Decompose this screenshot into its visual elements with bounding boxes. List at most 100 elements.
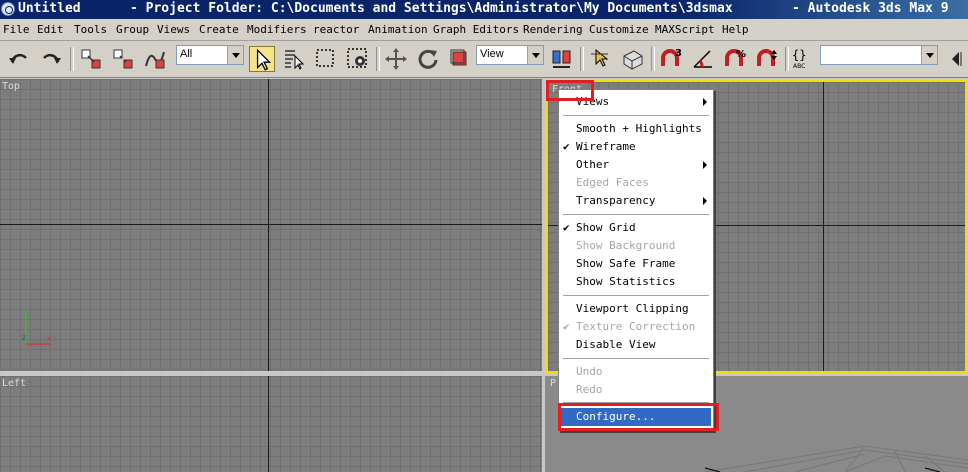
percent-snap-toggle-icon[interactable]: %	[722, 46, 748, 72]
menu-maxscript[interactable]: MAXScript	[655, 23, 715, 36]
menu-item-label: Edged Faces	[576, 176, 649, 189]
menu-help[interactable]: Help	[722, 23, 749, 36]
menu-item-label: Show Statistics	[576, 275, 676, 288]
menu-animation[interactable]: Animation	[368, 23, 428, 36]
menu-item-disable-view[interactable]: Disable View	[559, 336, 713, 354]
select-by-name-icon[interactable]	[281, 46, 307, 72]
rectangular-selection-icon[interactable]	[313, 46, 339, 72]
annotation-highlight-configure	[558, 403, 719, 431]
title-bar: Untitled - Project Folder: C:\Documents …	[0, 0, 968, 19]
grid-axis-line	[268, 376, 269, 472]
named-selection-dropdown[interactable]	[820, 45, 938, 65]
menu-separator	[563, 214, 709, 216]
menu-item-transparency[interactable]: Transparency	[559, 192, 713, 210]
snaps-toggle-icon[interactable]: 3	[658, 46, 684, 72]
keyboard-shortcut-override-icon[interactable]	[620, 46, 646, 72]
mirror-icon[interactable]	[946, 46, 966, 72]
menu-item-label: Show Grid	[576, 221, 636, 234]
viewport-label[interactable]: Left	[2, 378, 26, 389]
menu-graph-editors[interactable]: Graph Editors	[433, 23, 519, 36]
menu-create[interactable]: Create	[199, 23, 239, 36]
document-title: Untitled	[18, 1, 81, 16]
unlink-selection-icon[interactable]	[110, 46, 136, 72]
checkmark-icon: ✔	[563, 221, 570, 234]
menu-group[interactable]: Group	[116, 23, 149, 36]
menu-customize[interactable]: Customize	[589, 23, 649, 36]
menu-item-show-background: Show Background	[559, 237, 713, 255]
bind-to-space-warp-icon[interactable]	[142, 46, 168, 72]
select-and-rotate-icon[interactable]	[415, 46, 441, 72]
menu-file[interactable]: File	[3, 23, 30, 36]
menu-item-label: Transparency	[576, 194, 656, 207]
menu-item-redo: Redo	[559, 381, 713, 399]
toolbar-separator	[580, 47, 584, 71]
menu-item-label: Show Background	[576, 239, 676, 252]
reference-coordinate-value: View	[480, 48, 504, 60]
menu-item-show-grid[interactable]: ✔ Show Grid	[559, 219, 713, 237]
window-crossing-icon[interactable]	[345, 46, 371, 72]
menu-item-smooth-highlights[interactable]: Smooth + Highlights	[559, 120, 713, 138]
checkmark-icon: ✔	[563, 140, 570, 153]
chevron-down-icon[interactable]	[921, 46, 937, 64]
select-and-move-icon[interactable]	[383, 46, 409, 72]
menu-separator	[563, 115, 709, 117]
menu-tools[interactable]: Tools	[74, 23, 107, 36]
select-object-icon[interactable]	[249, 46, 275, 72]
spinner-snap-toggle-icon[interactable]	[754, 46, 780, 72]
grid-axis-line	[268, 79, 269, 371]
menu-item-label: Other	[576, 158, 610, 171]
chevron-down-icon[interactable]	[527, 46, 543, 64]
menu-item-edged-faces: Edged Faces	[559, 174, 713, 192]
select-and-scale-icon[interactable]	[447, 46, 473, 72]
selection-filter-dropdown[interactable]: All	[176, 45, 244, 65]
select-and-link-icon[interactable]	[78, 46, 104, 72]
submenu-arrow-icon	[703, 161, 707, 169]
axis-x-label: x	[47, 334, 52, 343]
menu-bar: File Edit Tools Group Views Create Modif…	[0, 19, 968, 41]
reference-coordinate-dropdown[interactable]: View	[476, 45, 544, 65]
angle-snap-toggle-icon[interactable]	[690, 46, 716, 72]
viewport-top[interactable]: Top y z x	[0, 79, 542, 371]
menu-item-label: Viewport Clipping	[576, 302, 689, 315]
svg-text:3: 3	[675, 48, 682, 59]
toolbar-separator	[70, 47, 74, 71]
menu-item-label: Redo	[576, 383, 603, 396]
menu-item-undo: Undo	[559, 363, 713, 381]
submenu-arrow-icon	[703, 197, 707, 205]
menu-views[interactable]: Views	[157, 23, 190, 36]
menu-rendering[interactable]: Rendering	[523, 23, 583, 36]
menu-reactor[interactable]: reactor	[313, 23, 359, 36]
toolbar-separator	[651, 47, 655, 71]
svg-text:ABC: ABC	[793, 63, 805, 70]
menu-item-show-statistics[interactable]: Show Statistics	[559, 273, 713, 291]
menu-item-label: Disable View	[576, 338, 656, 351]
menu-item-other[interactable]: Other	[559, 156, 713, 174]
menu-item-label: Wireframe	[576, 140, 636, 153]
menu-modifiers[interactable]: Modifiers	[247, 23, 307, 36]
redo-icon[interactable]	[38, 46, 64, 72]
viewport-label[interactable]: Top	[2, 81, 20, 92]
toolbar-separator	[785, 47, 789, 71]
grid-axis-line	[0, 224, 542, 225]
select-and-manipulate-icon[interactable]	[588, 46, 614, 72]
menu-item-show-safe-frame[interactable]: Show Safe Frame	[559, 255, 713, 273]
undo-icon[interactable]	[6, 46, 32, 72]
menu-item-label: Undo	[576, 365, 603, 378]
menu-item-wireframe[interactable]: ✔ Wireframe	[559, 138, 713, 156]
svg-text:%: %	[736, 49, 746, 60]
menu-item-texture-correction: ✔ Texture Correction	[559, 318, 713, 336]
menu-edit[interactable]: Edit	[37, 23, 64, 36]
axis-y-label: y	[23, 308, 28, 317]
axis-tripod-icon: y z x	[18, 307, 58, 347]
axis-z-label: z	[22, 333, 26, 342]
toolbar-separator	[376, 47, 380, 71]
edit-named-selection-icon[interactable]: {} ABC	[790, 46, 816, 72]
chevron-down-icon[interactable]	[227, 46, 243, 64]
pivot-center-icon[interactable]	[549, 46, 575, 72]
grid-axis-line	[823, 82, 824, 371]
menu-item-viewport-clipping[interactable]: Viewport Clipping	[559, 300, 713, 318]
app-title: - Autodesk 3ds Max 9	[792, 1, 949, 16]
app-logo-icon[interactable]	[1, 2, 15, 16]
viewport-left[interactable]: Left	[0, 376, 542, 472]
main-toolbar: All View 3 % {} ABC	[0, 41, 968, 78]
